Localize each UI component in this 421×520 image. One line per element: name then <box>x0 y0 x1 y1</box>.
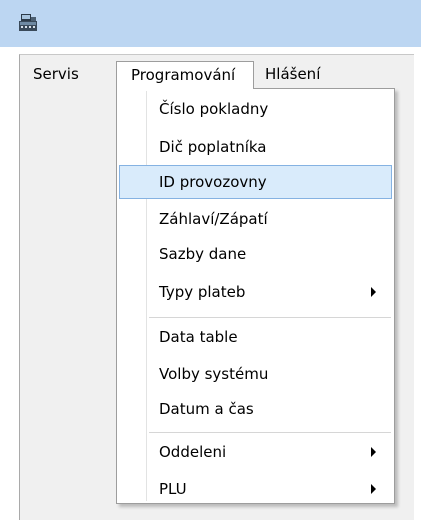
title-bar <box>0 0 421 47</box>
menu-item-label: Oddeleni <box>159 443 227 461</box>
menu-hlaseni[interactable]: Hlášení <box>256 62 328 86</box>
menu-item-volby-systemu[interactable]: Volby systému <box>119 357 392 391</box>
menu-item-id-provozovny[interactable]: ID provozovny <box>119 165 392 199</box>
submenu-arrow-icon <box>371 484 376 494</box>
menu-item-datum-a-cas[interactable]: Datum a čas <box>119 392 392 426</box>
menu-item-label: PLU <box>159 480 187 498</box>
menu-servis[interactable]: Servis <box>25 62 87 86</box>
cash-register-icon[interactable] <box>17 11 39 33</box>
menu-item-oddeleni[interactable]: Oddeleni <box>119 435 392 469</box>
submenu-arrow-icon <box>371 287 376 297</box>
menu-programovani[interactable]: Programování <box>116 61 254 89</box>
programovani-dropdown: Číslo pokladny Dič poplatníka ID provozo… <box>116 88 395 504</box>
menu-item-zahlavi-zapati[interactable]: Záhlaví/Zápatí <box>119 202 392 236</box>
submenu-arrow-icon <box>371 447 376 457</box>
menu-item-cislo-pokladny[interactable]: Číslo pokladny <box>119 92 392 126</box>
menu-item-sazby-dane[interactable]: Sazby dane <box>119 237 392 271</box>
menu-item-typy-plateb[interactable]: Typy plateb <box>119 275 392 309</box>
menu-item-plu[interactable]: PLU <box>119 472 392 506</box>
menu-separator <box>149 317 391 318</box>
menu-item-dic-poplatnika[interactable]: Dič poplatníka <box>119 130 392 164</box>
menu-separator <box>149 432 391 433</box>
menu-item-label: Typy plateb <box>159 283 246 301</box>
menu-item-data-table[interactable]: Data table <box>119 320 392 354</box>
